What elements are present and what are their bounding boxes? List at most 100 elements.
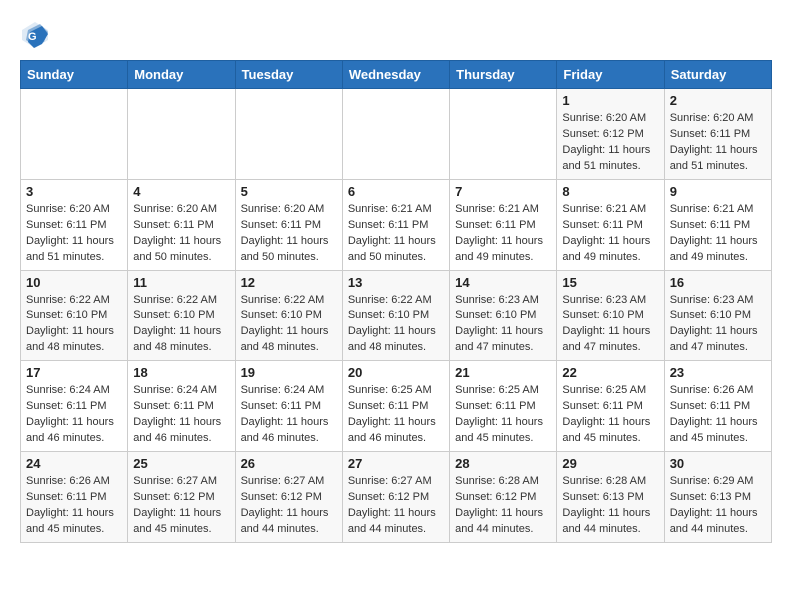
day-info: Sunrise: 6:23 AM Sunset: 6:10 PM Dayligh… [670, 293, 766, 357]
calendar-week-row: 17 Sunrise: 6:24 AM Sunset: 6:11 PM Dayli… [21, 361, 772, 452]
day-number: 23 [670, 365, 766, 380]
day-info: Sunrise: 6:22 AM Sunset: 6:10 PM Dayligh… [348, 293, 444, 357]
calendar-cell: 8 Sunrise: 6:21 AM Sunset: 6:11 PM Daylig… [557, 179, 664, 270]
day-info: Sunrise: 6:25 AM Sunset: 6:11 PM Dayligh… [348, 383, 444, 447]
calendar-cell: 13 Sunrise: 6:22 AM Sunset: 6:10 PM Dayli… [342, 270, 449, 361]
day-number: 27 [348, 456, 444, 471]
calendar-week-row: 10 Sunrise: 6:22 AM Sunset: 6:10 PM Dayli… [21, 270, 772, 361]
calendar-cell: 6 Sunrise: 6:21 AM Sunset: 6:11 PM Daylig… [342, 179, 449, 270]
calendar-cell: 22 Sunrise: 6:25 AM Sunset: 6:11 PM Dayli… [557, 361, 664, 452]
calendar-cell: 28Sunrise: 6:28 AM Sunset: 6:12 PM Dayli… [450, 452, 557, 543]
day-info: Sunrise: 6:23 AM Sunset: 6:10 PM Dayligh… [455, 293, 551, 357]
day-info: Sunrise: 6:27 AM Sunset: 6:12 PM Dayligh… [348, 474, 444, 538]
page-header: G [20, 20, 772, 50]
day-number: 22 [562, 365, 658, 380]
calendar-cell: 9Sunrise: 6:21 AM Sunset: 6:11 PM Daylig… [664, 179, 771, 270]
svg-text:G: G [28, 31, 37, 43]
day-number: 8 [562, 184, 658, 199]
calendar-cell: 11 Sunrise: 6:22 AM Sunset: 6:10 PM Dayli… [128, 270, 235, 361]
day-info: Sunrise: 6:20 AM Sunset: 6:11 PM Dayligh… [241, 202, 337, 266]
calendar-cell: 2Sunrise: 6:20 AM Sunset: 6:11 PM Daylig… [664, 89, 771, 180]
weekday-header: Tuesday [235, 61, 342, 89]
calendar-table: SundayMondayTuesdayWednesdayThursdayFrid… [20, 60, 772, 543]
day-info: Sunrise: 6:24 AM Sunset: 6:11 PM Dayligh… [133, 383, 229, 447]
day-number: 15 [562, 275, 658, 290]
calendar-cell: 19Sunrise: 6:24 AM Sunset: 6:11 PM Dayli… [235, 361, 342, 452]
day-info: Sunrise: 6:21 AM Sunset: 6:11 PM Dayligh… [455, 202, 551, 266]
weekday-header: Friday [557, 61, 664, 89]
calendar-cell: 16 Sunrise: 6:23 AM Sunset: 6:10 PM Dayli… [664, 270, 771, 361]
day-number: 30 [670, 456, 766, 471]
day-number: 6 [348, 184, 444, 199]
day-info: Sunrise: 6:20 AM Sunset: 6:11 PM Dayligh… [26, 202, 122, 266]
weekday-header: Monday [128, 61, 235, 89]
calendar-cell: 25 Sunrise: 6:27 AM Sunset: 6:12 PM Dayli… [128, 452, 235, 543]
calendar-cell: 10 Sunrise: 6:22 AM Sunset: 6:10 PM Dayli… [21, 270, 128, 361]
calendar-cell: 3 Sunrise: 6:20 AM Sunset: 6:11 PM Daylig… [21, 179, 128, 270]
day-info: Sunrise: 6:27 AM Sunset: 6:12 PM Dayligh… [133, 474, 229, 538]
calendar-cell: 21Sunrise: 6:25 AM Sunset: 6:11 PM Dayli… [450, 361, 557, 452]
day-number: 2 [670, 93, 766, 108]
day-number: 10 [26, 275, 122, 290]
weekday-header: Saturday [664, 61, 771, 89]
day-info: Sunrise: 6:22 AM Sunset: 6:10 PM Dayligh… [241, 293, 337, 357]
calendar-cell: 4 Sunrise: 6:20 AM Sunset: 6:11 PM Daylig… [128, 179, 235, 270]
calendar-cell [235, 89, 342, 180]
weekday-header: Sunday [21, 61, 128, 89]
day-number: 11 [133, 275, 229, 290]
calendar-header-row: SundayMondayTuesdayWednesdayThursdayFrid… [21, 61, 772, 89]
logo: G [20, 20, 54, 50]
day-number: 12 [241, 275, 337, 290]
calendar-cell: 7 Sunrise: 6:21 AM Sunset: 6:11 PM Daylig… [450, 179, 557, 270]
day-number: 4 [133, 184, 229, 199]
day-number: 29 [562, 456, 658, 471]
day-info: Sunrise: 6:20 AM Sunset: 6:11 PM Dayligh… [133, 202, 229, 266]
day-info: Sunrise: 6:21 AM Sunset: 6:11 PM Dayligh… [562, 202, 658, 266]
day-info: Sunrise: 6:26 AM Sunset: 6:11 PM Dayligh… [670, 383, 766, 447]
day-info: Sunrise: 6:28 AM Sunset: 6:12 PM Dayligh… [455, 474, 551, 538]
day-info: Sunrise: 6:29 AM Sunset: 6:13 PM Dayligh… [670, 474, 766, 538]
day-number: 24 [26, 456, 122, 471]
calendar-cell: 29Sunrise: 6:28 AM Sunset: 6:13 PM Dayli… [557, 452, 664, 543]
day-info: Sunrise: 6:22 AM Sunset: 6:10 PM Dayligh… [26, 293, 122, 357]
day-number: 17 [26, 365, 122, 380]
day-info: Sunrise: 6:26 AM Sunset: 6:11 PM Dayligh… [26, 474, 122, 538]
day-number: 20 [348, 365, 444, 380]
day-number: 26 [241, 456, 337, 471]
day-info: Sunrise: 6:21 AM Sunset: 6:11 PM Dayligh… [348, 202, 444, 266]
day-number: 25 [133, 456, 229, 471]
day-info: Sunrise: 6:27 AM Sunset: 6:12 PM Dayligh… [241, 474, 337, 538]
calendar-cell [21, 89, 128, 180]
day-number: 7 [455, 184, 551, 199]
day-info: Sunrise: 6:24 AM Sunset: 6:11 PM Dayligh… [241, 383, 337, 447]
day-number: 1 [562, 93, 658, 108]
day-info: Sunrise: 6:23 AM Sunset: 6:10 PM Dayligh… [562, 293, 658, 357]
calendar-cell: 20 Sunrise: 6:25 AM Sunset: 6:11 PM Dayli… [342, 361, 449, 452]
calendar-cell: 1Sunrise: 6:20 AM Sunset: 6:12 PM Daylig… [557, 89, 664, 180]
day-info: Sunrise: 6:24 AM Sunset: 6:11 PM Dayligh… [26, 383, 122, 447]
calendar-cell: 27 Sunrise: 6:27 AM Sunset: 6:12 PM Dayli… [342, 452, 449, 543]
calendar-week-row: 24 Sunrise: 6:26 AM Sunset: 6:11 PM Dayli… [21, 452, 772, 543]
day-number: 13 [348, 275, 444, 290]
calendar-cell: 15 Sunrise: 6:23 AM Sunset: 6:10 PM Dayli… [557, 270, 664, 361]
day-info: Sunrise: 6:25 AM Sunset: 6:11 PM Dayligh… [562, 383, 658, 447]
weekday-header: Wednesday [342, 61, 449, 89]
calendar-week-row: 1Sunrise: 6:20 AM Sunset: 6:12 PM Daylig… [21, 89, 772, 180]
weekday-header: Thursday [450, 61, 557, 89]
day-number: 16 [670, 275, 766, 290]
day-number: 3 [26, 184, 122, 199]
calendar-cell [342, 89, 449, 180]
calendar-cell: 24 Sunrise: 6:26 AM Sunset: 6:11 PM Dayli… [21, 452, 128, 543]
day-number: 9 [670, 184, 766, 199]
calendar-week-row: 3 Sunrise: 6:20 AM Sunset: 6:11 PM Daylig… [21, 179, 772, 270]
calendar-cell: 30 Sunrise: 6:29 AM Sunset: 6:13 PM Dayli… [664, 452, 771, 543]
calendar-body: 1Sunrise: 6:20 AM Sunset: 6:12 PM Daylig… [21, 89, 772, 543]
calendar-cell: 14Sunrise: 6:23 AM Sunset: 6:10 PM Dayli… [450, 270, 557, 361]
logo-icon: G [20, 20, 50, 50]
day-info: Sunrise: 6:22 AM Sunset: 6:10 PM Dayligh… [133, 293, 229, 357]
calendar-cell [450, 89, 557, 180]
day-number: 18 [133, 365, 229, 380]
day-number: 21 [455, 365, 551, 380]
calendar-cell: 26 Sunrise: 6:27 AM Sunset: 6:12 PM Dayli… [235, 452, 342, 543]
day-number: 5 [241, 184, 337, 199]
